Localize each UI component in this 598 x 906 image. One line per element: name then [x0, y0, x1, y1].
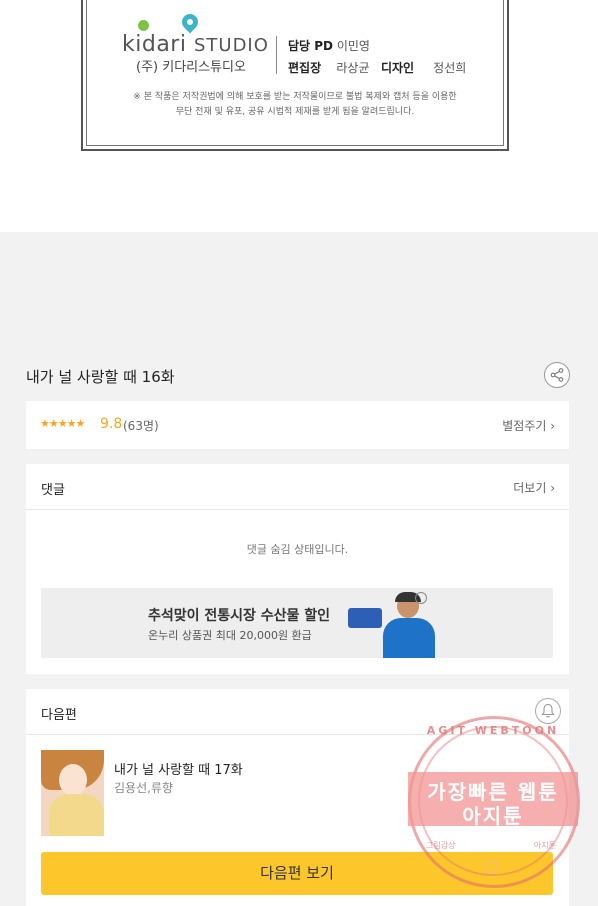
episode-header: 내가 널 사랑할 때 16화 [26, 360, 572, 392]
designer-name: 정선희 [433, 61, 467, 75]
share-icon [550, 368, 564, 382]
ad-subtitle: 온누리 상품권 최대 20,000원 환급 [148, 629, 312, 642]
agit-webtoon-watermark: AGIT WEBTOON 가장빠른 웹툰 아지툰 그림감상 아지툰 [408, 716, 580, 888]
next-episode-thumbnail[interactable] [41, 750, 104, 836]
ad-title: 추석맞이 전통시장 수산물 할인 [148, 608, 331, 624]
editor-label: 편집장 [288, 61, 322, 75]
rate-button[interactable]: 별점주기 › [502, 417, 555, 434]
staff-credits: 담당 PD 이민영 편집장 라상균 디자인 정선희 [288, 35, 466, 79]
episode-title: 내가 널 사랑할 때 16화 [26, 368, 175, 386]
next-episode-title[interactable]: 내가 널 사랑할 때 17화 [114, 759, 243, 778]
comments-header: 댓글 더보기 › [26, 464, 569, 510]
comments-label: 댓글 [41, 483, 65, 498]
next-episode-author: 김용선,류향 [114, 781, 174, 795]
logo-wordmark: kidari STUDIO [122, 32, 269, 57]
pd-name: 이민영 [336, 39, 370, 53]
editor-name: 라상균 [336, 61, 370, 75]
ad-model-image [377, 592, 447, 658]
rating-score: 9.8 [100, 416, 123, 432]
logo-dot-icon [138, 20, 149, 31]
copyright-notice: ※ 본 작품은 저작권법에 의해 보호를 받는 저작물이므로 불법 복제와 캡처… [133, 92, 457, 117]
rating-count: (63명) [123, 419, 159, 433]
pd-label: 담당 PD [288, 39, 334, 53]
comments-more-link[interactable]: 더보기 › [513, 479, 555, 496]
comments-hidden-message: 댓글 숨김 상태입니다. [246, 543, 349, 556]
ad-gov-mark-icon [415, 592, 427, 604]
rating-card: ★★★★★ 9.8 (63명) 별점주기 › [26, 401, 569, 449]
star-rating-icon: ★★★★★ [40, 417, 85, 430]
comments-card: 댓글 더보기 › 댓글 숨김 상태입니다. 추석맞이 전통시장 수산물 할인 온… [26, 464, 569, 674]
logo-company-name: (주) 키다리스튜디오 [136, 60, 246, 75]
credits-area: kidari STUDIO (주) 키다리스튜디오 담당 PD 이민영 편집장 … [0, 0, 598, 232]
logo-pin-icon [178, 10, 202, 34]
designer-label: 디자인 [380, 61, 415, 75]
share-button[interactable] [544, 362, 570, 388]
credits-divider [276, 36, 277, 74]
next-episode-label: 다음편 [41, 708, 77, 723]
ad-banner[interactable]: 추석맞이 전통시장 수산물 할인 온누리 상품권 최대 20,000원 환급 [41, 588, 553, 658]
watermark-g-icon [484, 860, 498, 874]
kidari-studio-logo: kidari STUDIO (주) 키다리스튜디오 [122, 10, 272, 75]
